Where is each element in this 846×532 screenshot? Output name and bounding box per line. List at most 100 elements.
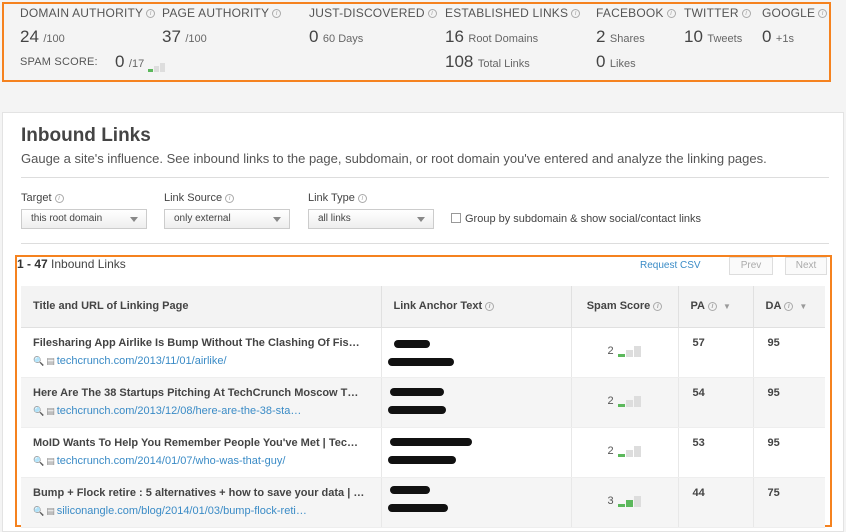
anchor-text-cell: [381, 427, 572, 478]
header-title-url: Title and URL of Linking Page: [21, 286, 382, 328]
spam-score-cell: 2: [571, 377, 679, 428]
link-source-select[interactable]: only external: [164, 209, 290, 229]
redacted-text: [389, 387, 444, 396]
redacted-text: [387, 455, 456, 464]
target-select[interactable]: this root domain: [21, 209, 147, 229]
header-pa[interactable]: PA i ▼: [678, 286, 754, 328]
group-by-subdomain-label: Group by subdomain & show social/contact…: [465, 213, 702, 225]
link-type-label: Link Type i: [308, 192, 367, 204]
info-icon[interactable]: i: [146, 9, 156, 19]
request-csv-link[interactable]: Request CSV: [640, 260, 701, 271]
info-icon[interactable]: i: [741, 9, 751, 19]
redacted-text: [389, 485, 430, 494]
info-icon[interactable]: i: [225, 193, 235, 203]
spam-score-cell: 3: [571, 477, 679, 528]
link-url[interactable]: 🔍 ▤ techcrunch.com/2013/12/08/here-are-the…: [21, 405, 381, 417]
da-cell: 95: [753, 377, 825, 428]
total-links-value: 108 Total Links: [445, 52, 530, 71]
root-domains-value: 16 Root Domains: [445, 27, 539, 46]
google-value: 0 +1s: [762, 27, 794, 46]
spam-score-bars: [617, 495, 642, 507]
page-icon[interactable]: ▤: [46, 456, 55, 466]
just-discovered-value: 0 60 Days: [309, 27, 364, 46]
table-row: Bump + Flock retire : 5 alternatives + h…: [21, 477, 825, 528]
info-icon[interactable]: i: [653, 301, 663, 311]
spam-score-cell: 2: [571, 327, 679, 378]
chevron-down-icon: [130, 217, 138, 222]
target-label: Target i: [21, 192, 64, 204]
established-links-label: ESTABLISHED LINKS i: [445, 6, 581, 20]
search-icon[interactable]: 🔍: [33, 456, 44, 466]
next-button[interactable]: Next: [785, 257, 827, 275]
prev-button[interactable]: Prev: [729, 257, 773, 275]
info-icon[interactable]: i: [707, 301, 717, 311]
page-authority-value: 37 /100: [162, 27, 207, 46]
search-icon[interactable]: 🔍: [33, 406, 44, 416]
table-header-row: Title and URL of Linking Page Link Ancho…: [21, 286, 825, 328]
pa-cell: 44: [678, 477, 754, 528]
spam-score-value: 0 /17: [115, 52, 166, 72]
sort-down-icon[interactable]: ▼: [723, 302, 731, 311]
link-url[interactable]: 🔍 ▤ siliconangle.com/blog/2014/01/03/bump-…: [21, 505, 381, 517]
info-icon[interactable]: i: [666, 9, 676, 19]
anchor-text-cell: [381, 477, 572, 528]
da-cell: 75: [753, 477, 825, 528]
just-discovered-label: JUST-DISCOVERED i: [309, 6, 437, 20]
redacted-text: [387, 357, 454, 366]
page-authority-label: PAGE AUTHORITY i: [162, 6, 282, 20]
link-title[interactable]: MoID Wants To Help You Remember People Y…: [21, 437, 371, 449]
header-spam-score[interactable]: Spam Score i: [571, 286, 679, 328]
facebook-likes-value: 0 Likes: [596, 52, 636, 71]
info-icon[interactable]: i: [54, 193, 64, 203]
pa-cell: 54: [678, 377, 754, 428]
table-row: MoID Wants To Help You Remember People Y…: [21, 427, 825, 478]
info-icon[interactable]: i: [357, 193, 367, 203]
redacted-text: [387, 503, 448, 512]
redacted-text: [389, 437, 472, 446]
info-icon[interactable]: i: [571, 9, 581, 19]
link-source-label: Link Source i: [164, 192, 235, 204]
header-anchor-text[interactable]: Link Anchor Text i: [381, 286, 572, 328]
google-label: GOOGLE i: [762, 6, 828, 20]
link-cell: Here Are The 38 Startups Pitching At Tec…: [21, 377, 382, 428]
search-icon[interactable]: 🔍: [33, 506, 44, 516]
link-cell: Filesharing App Airlike Is Bump Without …: [21, 327, 382, 378]
table-row: Here Are The 38 Startups Pitching At Tec…: [21, 377, 825, 428]
group-by-subdomain-checkbox[interactable]: [451, 213, 461, 223]
section-subtitle: Gauge a site's influence. See inbound li…: [21, 151, 767, 166]
link-cell: MoID Wants To Help You Remember People Y…: [21, 427, 382, 478]
domain-authority-label: DOMAIN AUTHORITY i: [20, 6, 156, 20]
spam-score-cell: 2: [571, 427, 679, 478]
chevron-down-icon: [417, 217, 425, 222]
link-url[interactable]: 🔍 ▤ techcrunch.com/2014/01/07/who-was-that…: [21, 455, 381, 467]
spam-score-bars: [617, 395, 642, 407]
redacted-text: [387, 405, 446, 414]
twitter-label: TWITTER i: [684, 6, 751, 20]
inbound-links-table: Title and URL of Linking Page Link Ancho…: [21, 286, 825, 528]
sort-down-icon[interactable]: ▼: [799, 302, 807, 311]
info-icon[interactable]: i: [818, 9, 828, 19]
link-url[interactable]: 🔍 ▤ techcrunch.com/2013/11/01/airlike/: [21, 355, 381, 367]
link-title[interactable]: Bump + Flock retire : 5 alternatives + h…: [21, 487, 371, 499]
spam-score-bars: [617, 345, 642, 357]
page-icon[interactable]: ▤: [46, 356, 55, 366]
spam-score-label: SPAM SCORE:: [20, 56, 98, 68]
pa-cell: 57: [678, 327, 754, 378]
pa-cell: 53: [678, 427, 754, 478]
info-icon[interactable]: i: [784, 301, 794, 311]
header-da[interactable]: DA i ▼: [753, 286, 825, 328]
spam-score-bars: [617, 445, 642, 457]
divider: [21, 177, 829, 178]
page-icon[interactable]: ▤: [46, 506, 55, 516]
search-icon[interactable]: 🔍: [33, 356, 44, 366]
link-title[interactable]: Here Are The 38 Startups Pitching At Tec…: [21, 387, 371, 399]
info-icon[interactable]: i: [485, 301, 495, 311]
link-type-select[interactable]: all links: [308, 209, 434, 229]
section-title: Inbound Links: [21, 125, 151, 146]
info-icon[interactable]: i: [427, 9, 437, 19]
facebook-shares-value: 2 Shares: [596, 27, 645, 46]
domain-authority-value: 24 /100: [20, 27, 65, 46]
info-icon[interactable]: i: [272, 9, 282, 19]
link-title[interactable]: Filesharing App Airlike Is Bump Without …: [21, 337, 371, 349]
page-icon[interactable]: ▤: [46, 406, 55, 416]
